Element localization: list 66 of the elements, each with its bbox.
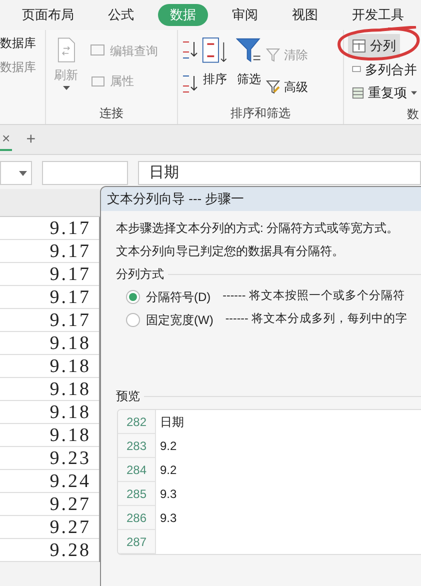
formula-field[interactable]: 日期: [138, 161, 421, 185]
option-label[interactable]: 分隔符号(D): [146, 288, 211, 306]
menu-tab[interactable]: 公式: [96, 4, 146, 26]
menu-tab[interactable]: 页面布局: [10, 4, 86, 26]
option-description: ------ 将文本分成多列，每列中的字: [225, 311, 408, 328]
group-label: 数: [406, 106, 420, 122]
row-number: 286: [118, 506, 156, 530]
option-description: ------ 将文本按照一个或多个分隔符: [222, 288, 405, 304]
preview-cell-text: 9.3: [159, 510, 177, 527]
table-cell: 9.18: [0, 332, 99, 355]
radio-button[interactable]: [126, 290, 140, 304]
dropdown-caret-icon: [411, 90, 417, 95]
table-cell: 9.17: [0, 240, 99, 263]
row-number: 284: [118, 458, 156, 482]
radio-button[interactable]: [126, 313, 140, 327]
sort-button[interactable]: 排序: [202, 36, 228, 88]
section-label: 分列方式: [116, 266, 164, 283]
row-number: 282: [118, 410, 156, 434]
duplicates-button[interactable]: 重复项: [348, 81, 421, 104]
table-cell: 9.18: [0, 401, 99, 424]
table-cell: 9.24: [0, 470, 99, 493]
table-cell: 9.18: [0, 355, 99, 378]
option-label[interactable]: 固定宽度(W): [146, 311, 214, 329]
database-item[interactable]: 数据库: [0, 34, 45, 52]
table-cell: 9.28: [0, 539, 99, 562]
columns-icon: [352, 38, 366, 53]
merge-columns-button[interactable]: 多列合并: [348, 58, 421, 81]
split-columns-button[interactable]: 分列: [348, 34, 400, 58]
advanced-button[interactable]: 高级: [266, 78, 308, 96]
row-number: 283: [118, 434, 156, 458]
table-icon: [352, 86, 364, 100]
add-tab-button[interactable]: +: [26, 128, 36, 152]
table-cell: 9.18: [0, 424, 99, 447]
table-cell: 9.27: [0, 516, 99, 539]
row-number: 287: [118, 530, 156, 554]
group-label: 排序和筛选: [230, 105, 292, 122]
table-cell: 9.17: [0, 309, 99, 332]
table-cell: 9.27: [0, 493, 99, 516]
funnel-icon: [266, 80, 280, 94]
name-box[interactable]: [0, 161, 32, 185]
menu-tab[interactable]: 审阅: [220, 4, 270, 26]
close-tab-button[interactable]: ×: [0, 128, 12, 151]
preview-cell-text: 9.3: [159, 486, 177, 503]
sort-ascending-icon[interactable]: [182, 40, 198, 60]
table-cell: 9.17: [0, 217, 99, 240]
filter-button[interactable]: 筛选: [236, 36, 262, 88]
preview-cell-text: 9.2: [159, 438, 177, 455]
section-label: 预览: [116, 388, 140, 405]
dialog-title: 文本分列向导 --- 步骤一: [101, 187, 421, 211]
row-number: 285: [118, 482, 156, 506]
instruction-text: 文本分列向导已判定您的数据具有分隔符。: [116, 243, 345, 260]
sort-descending-icon[interactable]: [182, 74, 198, 94]
table-cell: 9.17: [0, 263, 99, 286]
instruction-text: 本步骤选择文本分列的方式: 分隔符方式或等宽方式。: [116, 220, 400, 237]
preview-cell-text: 9.2: [159, 462, 177, 479]
table-cell: 9.23: [0, 447, 99, 470]
refresh-document-icon: [55, 36, 77, 64]
dropdown-caret-icon: [62, 86, 70, 90]
group-label: 连接: [98, 105, 124, 122]
funnel-icon: [266, 48, 280, 62]
preview-cell-text: 日期: [159, 414, 184, 431]
dropdown-caret-icon: [19, 170, 27, 176]
menu-tab[interactable]: 视图: [280, 4, 330, 26]
table-cell: 9.18: [0, 378, 99, 401]
table-cell: 9.17: [0, 286, 99, 309]
menu-tab[interactable]: 开发工具: [340, 4, 416, 26]
